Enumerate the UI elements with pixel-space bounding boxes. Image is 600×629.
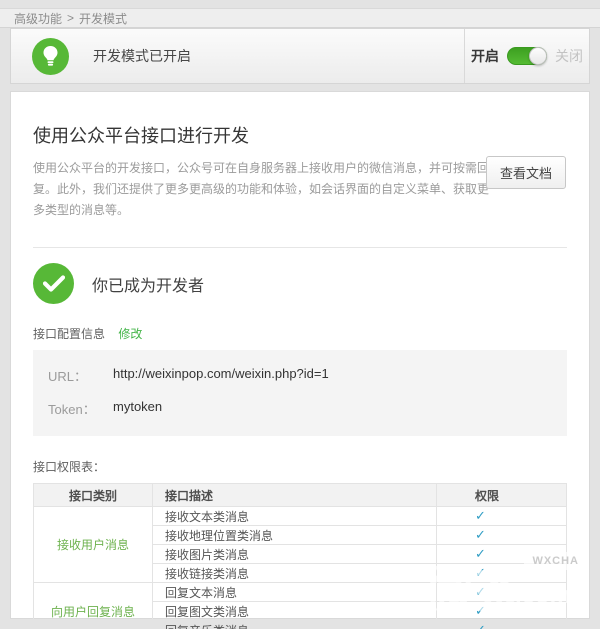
breadcrumb-separator: > — [67, 11, 74, 25]
page-title: 使用公众平台接口进行开发 — [33, 122, 567, 148]
config-section-label: 接口配置信息 — [33, 327, 105, 341]
lightbulb-icon — [32, 38, 69, 75]
permissions-table: 接口类别 接口描述 权限 接收用户消息接收文本类消息 ✓ 接收地理位置类消息 ✓ 接收图… — [33, 483, 567, 629]
breadcrumb-parent-link[interactable]: 高级功能 — [14, 10, 62, 27]
description-cell: 接收链接类消息 — [153, 564, 437, 583]
section-divider — [33, 247, 567, 248]
permission-cell: ✓ — [437, 602, 567, 621]
granted-check-icon: ✓ — [475, 508, 486, 523]
toggle-off-label: 关闭 — [555, 46, 583, 66]
description-cell: 接收图片类消息 — [153, 545, 437, 564]
permission-cell: ✓ — [437, 526, 567, 545]
permission-cell: ✓ — [437, 583, 567, 602]
dev-mode-toggle-zone: 开启 关闭 — [464, 29, 589, 83]
config-token-row: Token： mytoken — [48, 399, 552, 418]
url-value: http://weixinpop.com/weixin.php?id=1 — [113, 366, 329, 385]
dev-mode-toggle-switch[interactable] — [507, 47, 547, 65]
granted-check-icon: ✓ — [475, 603, 486, 618]
permission-cell: ✓ — [437, 545, 567, 564]
description-cell: 回复文本消息 — [153, 583, 437, 602]
dev-mode-status-bar: 开发模式已开启 开启 关闭 — [10, 28, 590, 84]
config-url-row: URL： http://weixinpop.com/weixin.php?id=… — [48, 366, 552, 385]
granted-check-icon: ✓ — [475, 546, 486, 561]
token-value: mytoken — [113, 399, 162, 418]
table-row: 接收用户消息接收文本类消息✓ — [34, 507, 567, 526]
intro-description: 使用公众平台的开发接口，公众号可在自身服务器上接收用户的微信消息，并可按需回复。… — [33, 158, 495, 221]
granted-check-icon: ✓ — [475, 527, 486, 542]
granted-check-icon: ✓ — [475, 622, 486, 629]
dev-mode-status-text: 开发模式已开启 — [93, 46, 191, 66]
table-row: 向用户回复消息回复文本消息✓ — [34, 583, 567, 602]
developer-settings-card: 使用公众平台接口进行开发 使用公众平台的开发接口，公众号可在自身服务器上接收用户… — [10, 91, 590, 619]
edit-config-link[interactable]: 修改 — [118, 327, 142, 341]
view-docs-button[interactable]: 查看文档 — [486, 156, 566, 189]
success-check-icon — [33, 263, 74, 304]
column-header-permission: 权限 — [437, 484, 567, 507]
category-cell: 向用户回复消息 — [34, 583, 153, 629]
granted-check-icon: ✓ — [475, 584, 486, 599]
breadcrumb-current: 开发模式 — [79, 10, 127, 27]
permissions-header-row: 接口类别 接口描述 权限 — [34, 484, 567, 507]
column-header-category: 接口类别 — [34, 484, 153, 507]
url-label: URL： — [48, 366, 113, 385]
description-cell: 接收地理位置类消息 — [153, 526, 437, 545]
description-cell: 回复图文类消息 — [153, 602, 437, 621]
permission-cell: ✓ — [437, 621, 567, 629]
developer-status-row: 你已成为开发者 — [33, 263, 567, 304]
developer-status-message: 你已成为开发者 — [92, 272, 204, 296]
token-label: Token： — [48, 399, 113, 418]
config-section-header: 接口配置信息 修改 — [33, 325, 567, 342]
config-box: URL： http://weixinpop.com/weixin.php?id=… — [33, 350, 567, 436]
toggle-knob[interactable] — [529, 47, 547, 65]
permission-cell: ✓ — [437, 507, 567, 526]
granted-check-icon: ✓ — [475, 565, 486, 580]
description-cell: 回复音乐类消息 — [153, 621, 437, 629]
category-cell: 接收用户消息 — [34, 507, 153, 583]
permissions-section-label: 接口权限表： — [33, 458, 567, 475]
permission-cell: ✓ — [437, 564, 567, 583]
column-header-description: 接口描述 — [153, 484, 437, 507]
toggle-on-label: 开启 — [471, 46, 499, 66]
description-cell: 接收文本类消息 — [153, 507, 437, 526]
breadcrumb: 高级功能 > 开发模式 — [0, 8, 600, 28]
